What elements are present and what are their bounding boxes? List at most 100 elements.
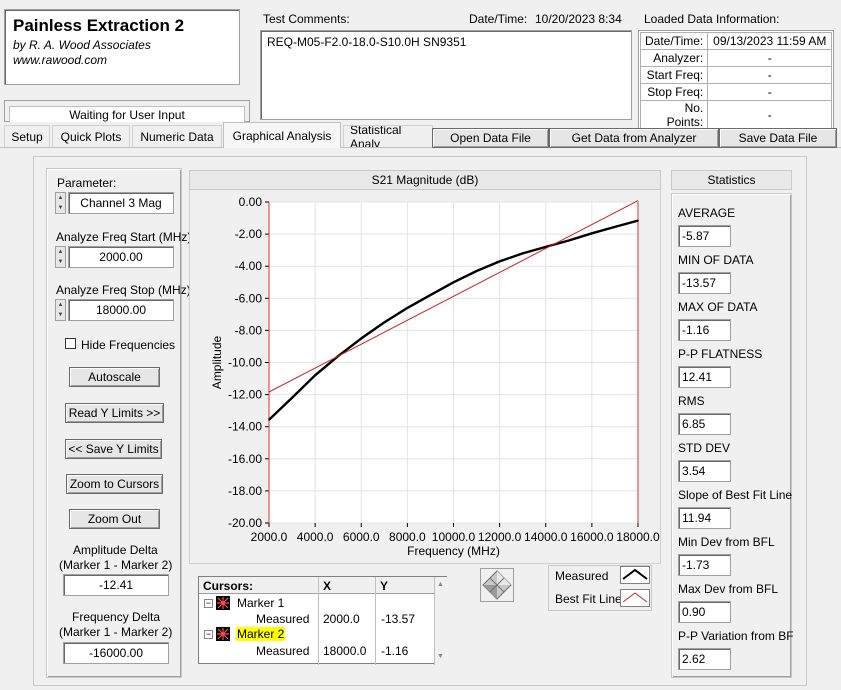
stat-label: Slope of Best Fit Line	[678, 488, 793, 502]
legend-measured-swatch[interactable]	[620, 566, 650, 584]
stat-value: 2.62	[678, 648, 731, 670]
y-tick-label: -6.00	[235, 291, 263, 305]
tab-graphical-analysis[interactable]: Graphical Analysis	[223, 122, 341, 148]
loaded-info-value: -	[707, 49, 833, 67]
analyze-stop-input[interactable]: 18000.00	[68, 299, 174, 321]
loaded-info-value: -	[707, 100, 833, 130]
app-title: Painless Extraction 2	[13, 16, 185, 35]
analyze-start-spinner[interactable]: ▲ ▼	[55, 246, 66, 268]
hide-frequencies-label: Hide Frequencies	[81, 338, 176, 352]
stat-value: 0.90	[678, 601, 731, 623]
y-tick-label: -16.00	[228, 452, 262, 466]
frequency-delta-sublabel: (Marker 1 - Marker 2)	[59, 625, 173, 639]
marker-2-y: -1.16	[381, 644, 409, 658]
tab-quick-plots[interactable]: Quick Plots	[52, 125, 130, 147]
marker-2-x: 18000.0	[323, 644, 367, 658]
marker-1-sub: Measured	[256, 612, 310, 626]
stat-label: Max Dev from BFL	[678, 582, 779, 596]
amplitude-delta-value: -12.41	[63, 574, 169, 596]
tab-setup[interactable]: Setup	[4, 125, 50, 147]
x-tick-label: 16000.0	[570, 530, 614, 544]
stat-value: -1.73	[678, 554, 731, 576]
stat-value: -13.57	[678, 272, 731, 294]
chart-title: S21 Magnitude (dB)	[371, 173, 479, 187]
x-axis-label: Frequency (MHz)	[407, 544, 500, 558]
open-data-file-button[interactable]: Open Data File	[432, 128, 549, 148]
stat-value: 3.54	[678, 460, 731, 482]
chart-title-bar: S21 Magnitude (dB)	[189, 170, 661, 190]
legend-measured-label: Measured	[555, 569, 609, 583]
zoom-to-cursors-button[interactable]: Zoom to Cursors	[66, 474, 163, 494]
x-tick-label: 14000.0	[524, 530, 568, 544]
test-comments-label: Test Comments:	[263, 12, 350, 26]
stat-label: Min Dev from BFL	[678, 535, 775, 549]
marker-2-icon	[216, 627, 230, 641]
statistics-title-bar: Statistics	[671, 170, 792, 190]
frequency-delta-value: -16000.00	[63, 642, 169, 664]
test-comments-text: REQ-M05-F2.0-18.0-S10.0H SN9351	[267, 35, 467, 49]
get-data-from-analyzer-button[interactable]: Get Data from Analyzer	[549, 128, 719, 148]
y-tick-label: -4.00	[235, 259, 263, 273]
hide-frequencies-checkbox[interactable]	[65, 338, 76, 349]
y-tick-label: -10.00	[228, 356, 262, 370]
cursors-scrollbar[interactable]: ▲ ▼	[435, 577, 447, 664]
loaded-info-value: -	[707, 66, 833, 84]
marker-2-sub: Measured	[256, 644, 310, 658]
y-tick-label: 0.00	[239, 195, 263, 209]
data-point	[475, 270, 478, 272]
loaded-info-row: Date/Time: 09/13/2023 11:59 AM	[639, 32, 833, 50]
parameter-select[interactable]: Channel 3 Mag	[68, 192, 174, 214]
read-y-limits-button[interactable]: Read Y Limits >>	[65, 403, 164, 423]
expand-icon[interactable]: −	[204, 630, 213, 639]
stat-label: P-P Variation from BF	[678, 629, 794, 643]
analyze-start-input[interactable]: 2000.00	[68, 246, 174, 268]
marker-2-name: Marker 2	[236, 627, 286, 641]
y-tick-label: -18.00	[228, 484, 262, 498]
x-tick-label: 2000.0	[251, 530, 288, 544]
loaded-info-key: Analyzer:	[639, 49, 709, 67]
amplitude-delta-label: Amplitude Delta	[73, 543, 158, 557]
cursors-header: Cursors:	[203, 579, 254, 593]
parameter-spinner[interactable]: ▲ ▼	[55, 192, 66, 214]
loaded-info-row: Stop Freq: -	[639, 83, 833, 101]
loaded-info-key: Date/Time:	[639, 32, 709, 50]
analyze-stop-spinner[interactable]: ▲ ▼	[55, 299, 66, 321]
cursors-header-y: Y	[380, 579, 389, 593]
zoom-out-button[interactable]: Zoom Out	[69, 509, 160, 529]
legend-best-fit-swatch[interactable]	[620, 589, 650, 607]
stat-value: 12.41	[678, 366, 731, 388]
y-tick-label: -2.00	[235, 227, 263, 241]
cursor-move-control[interactable]	[480, 568, 514, 602]
tab-statistical-analysis[interactable]: Statistical Analy	[343, 125, 433, 147]
data-point	[268, 418, 270, 421]
statistics-title: Statistics	[707, 173, 756, 187]
legend-best-fit-label: Best Fit Line	[555, 592, 622, 606]
status-bar: Waiting for User Input	[4, 100, 250, 122]
expand-icon[interactable]: −	[204, 599, 213, 608]
data-point	[360, 337, 363, 340]
tab-label: Numeric Data	[140, 129, 214, 144]
parameter-label: Parameter:	[57, 176, 117, 190]
x-tick-label: 4000.0	[297, 530, 334, 544]
save-y-limits-button[interactable]: << Save Y Limits	[65, 439, 162, 459]
tab-label: Quick Plots	[60, 129, 122, 144]
app-header-panel: Painless Extraction 2 by R. A. Wood Asso…	[4, 9, 240, 85]
x-tick-label: 12000.0	[478, 530, 522, 544]
test-comments-field[interactable]: REQ-M05-F2.0-18.0-S10.0H SN9351	[260, 30, 632, 120]
data-point	[452, 281, 455, 284]
data-point	[291, 397, 293, 399]
chart-plot[interactable]: 0.00 -2.00 -4.00 -6.00 -8.00 -10.00 -12.00 -14.…	[189, 190, 661, 565]
tab-numeric-data[interactable]: Numeric Data	[132, 125, 222, 147]
loaded-info-key: No. Points:	[639, 100, 709, 130]
company-website: www.rawood.com	[13, 53, 108, 67]
cursors-table[interactable]: Cursors: X Y ▲ ▼ − Marker 1 Measured 200…	[198, 576, 447, 665]
autoscale-button[interactable]: Autoscale	[69, 367, 160, 387]
data-point	[429, 294, 432, 296]
company-name: by R. A. Wood Associates	[13, 38, 151, 52]
stat-label: P-P FLATNESS	[678, 347, 763, 361]
y-axis-label: Amplitude	[210, 336, 224, 390]
marker-1-name: Marker 1	[237, 596, 285, 610]
save-data-file-button[interactable]: Save Data File	[719, 128, 837, 148]
data-point	[591, 232, 593, 235]
x-tick-label: 18000.0	[616, 530, 660, 544]
